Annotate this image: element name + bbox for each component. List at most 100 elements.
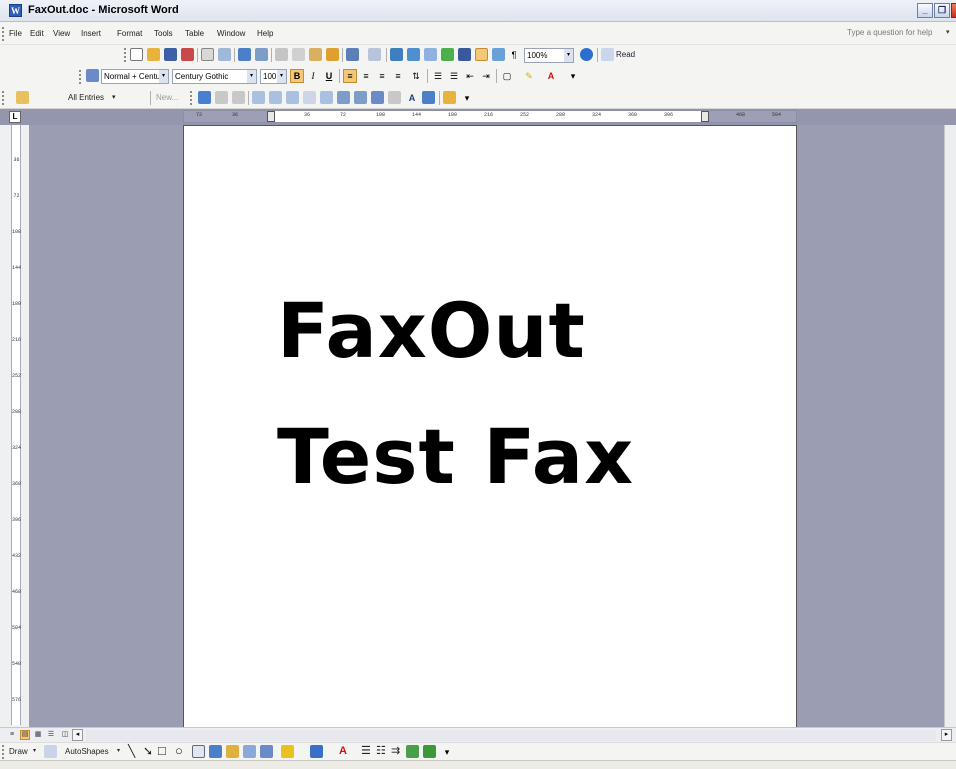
menu-view[interactable]: View bbox=[53, 29, 70, 38]
menu-window[interactable]: Window bbox=[217, 29, 245, 38]
insert-frame-icon[interactable] bbox=[286, 91, 299, 104]
text-direction-icon[interactable]: A bbox=[405, 91, 419, 105]
toolbar-grip[interactable] bbox=[2, 27, 5, 41]
toolbar-grip[interactable] bbox=[124, 48, 127, 62]
hyperlink-icon[interactable] bbox=[390, 48, 403, 61]
dash-style-icon[interactable]: ☷ bbox=[376, 744, 386, 757]
toolbar-grip[interactable] bbox=[79, 70, 82, 84]
toolbar-grip[interactable] bbox=[2, 91, 5, 105]
chevron-down-icon[interactable]: ▾ bbox=[247, 70, 256, 83]
chevron-down-icon[interactable]: ▾ bbox=[112, 93, 116, 101]
insert-field-icon[interactable] bbox=[388, 91, 401, 104]
font-combo[interactable]: Century Gothic ▾ bbox=[172, 69, 257, 84]
right-indent-marker[interactable] bbox=[701, 111, 709, 122]
horizontal-scroll-thumb[interactable] bbox=[86, 730, 936, 741]
line-spacing-icon[interactable]: ⇅ bbox=[409, 69, 423, 83]
clip-art-icon[interactable] bbox=[243, 745, 256, 758]
edit-text-icon[interactable] bbox=[198, 91, 211, 104]
new-entry-button[interactable]: New... bbox=[156, 93, 178, 102]
web-layout-view-icon[interactable]: ▦ bbox=[33, 730, 43, 740]
insert-column-icon[interactable] bbox=[371, 91, 384, 104]
align-center-icon[interactable]: ≡ bbox=[359, 69, 373, 83]
text-box-icon[interactable] bbox=[192, 745, 205, 758]
chevron-down-icon[interactable]: ▾ bbox=[277, 70, 286, 83]
reading-layout-view-icon[interactable]: ◫ bbox=[60, 730, 70, 740]
word-doc-icon[interactable]: W bbox=[9, 4, 22, 17]
justify-icon[interactable]: ≡ bbox=[391, 69, 405, 83]
chevron-down-icon[interactable]: ▾ bbox=[33, 747, 36, 754]
research-icon[interactable] bbox=[255, 48, 268, 61]
style-combo[interactable]: Normal + Centu ▾ bbox=[101, 69, 169, 84]
line-color-icon[interactable] bbox=[310, 745, 323, 758]
insert-table-icon[interactable] bbox=[424, 48, 437, 61]
outline-view-icon[interactable]: ☰ bbox=[46, 730, 56, 740]
menu-insert[interactable]: Insert bbox=[81, 29, 101, 38]
arrow-style-icon[interactable]: ⇉ bbox=[391, 744, 400, 757]
minimize-button[interactable]: _ bbox=[917, 3, 933, 18]
new-document-icon[interactable] bbox=[130, 48, 143, 61]
horizontal-ruler[interactable]: 72 36 36 72 108 144 180 216 252 288 324 … bbox=[183, 110, 797, 123]
align-left-icon[interactable]: ≡ bbox=[343, 69, 357, 83]
ask-question-box[interactable]: Type a question for help bbox=[847, 28, 932, 37]
font-color-icon[interactable]: A bbox=[544, 69, 558, 83]
menu-table[interactable]: Table bbox=[185, 29, 204, 38]
font-size-combo[interactable]: 100 ▾ bbox=[260, 69, 287, 84]
show-hide-icon[interactable]: ¶ bbox=[507, 48, 521, 62]
zoom-combo[interactable]: 100% ▾ bbox=[524, 48, 574, 63]
print-preview-icon[interactable] bbox=[218, 48, 231, 61]
drawing-icon[interactable] bbox=[475, 48, 488, 61]
menu-file[interactable]: File bbox=[9, 29, 22, 38]
close-button[interactable] bbox=[951, 3, 956, 18]
draw-table-icon[interactable] bbox=[269, 91, 282, 104]
ask-question-dropdown-icon[interactable]: ▾ bbox=[946, 28, 950, 36]
chevron-down-icon[interactable]: ▾ bbox=[117, 747, 120, 754]
line-icon[interactable]: ╲ bbox=[128, 744, 135, 758]
copy-icon[interactable] bbox=[292, 48, 305, 61]
toolbar-options-icon[interactable]: ▾ bbox=[440, 745, 454, 759]
all-entries-dropdown[interactable]: All Entries bbox=[68, 93, 104, 102]
oval-icon[interactable]: ○ bbox=[175, 743, 183, 758]
format-painter-icon[interactable] bbox=[326, 48, 339, 61]
normal-view-icon[interactable]: ≡ bbox=[7, 730, 17, 740]
scroll-left-icon[interactable]: ◂ bbox=[72, 729, 83, 741]
vertical-ruler[interactable]: 36 72 108 144 180 216 252 288 324 360 39… bbox=[11, 125, 21, 725]
restore-button[interactable]: ❐ bbox=[934, 3, 950, 18]
vertical-scrollbar[interactable] bbox=[944, 125, 956, 727]
read-icon[interactable] bbox=[601, 48, 614, 61]
protect-form-icon[interactable] bbox=[443, 91, 456, 104]
menu-help[interactable]: Help bbox=[257, 29, 273, 38]
permission-icon[interactable] bbox=[181, 48, 194, 61]
bullets-icon[interactable]: ☰ bbox=[447, 69, 461, 83]
dropdown-field-icon[interactable] bbox=[232, 91, 245, 104]
align-right-icon[interactable]: ≡ bbox=[375, 69, 389, 83]
menu-edit[interactable]: Edit bbox=[30, 29, 44, 38]
insert-hyperlink-icon[interactable] bbox=[354, 91, 367, 104]
chevron-down-icon[interactable]: ▾ bbox=[159, 70, 168, 83]
arrow-icon[interactable]: ➘ bbox=[143, 744, 153, 758]
document-line-2[interactable]: Test Fax bbox=[277, 412, 634, 501]
shadow-style-icon[interactable] bbox=[406, 745, 419, 758]
increase-indent-icon[interactable]: ⇥ bbox=[479, 69, 493, 83]
print-layout-view-icon[interactable]: ▤ bbox=[20, 730, 30, 740]
3d-style-icon[interactable] bbox=[423, 745, 436, 758]
document-map-icon[interactable] bbox=[492, 48, 505, 61]
form-field-options-icon[interactable] bbox=[252, 91, 265, 104]
scroll-right-icon[interactable]: ▸ bbox=[941, 729, 952, 741]
undo-icon[interactable] bbox=[346, 48, 359, 61]
line-style-icon[interactable]: ☰ bbox=[361, 744, 371, 757]
insert-picture-icon[interactable] bbox=[422, 91, 435, 104]
insert-table-icon-2[interactable] bbox=[337, 91, 350, 104]
reset-form-fields-icon[interactable] bbox=[320, 91, 333, 104]
menu-format[interactable]: Format bbox=[117, 29, 142, 38]
redo-icon[interactable] bbox=[368, 48, 381, 61]
styles-formatting-icon[interactable] bbox=[86, 69, 99, 82]
picture-icon[interactable] bbox=[260, 745, 273, 758]
toolbar-options-icon[interactable]: ▾ bbox=[566, 69, 580, 83]
rectangle-icon[interactable]: □ bbox=[158, 743, 166, 758]
italic-button[interactable]: I bbox=[306, 69, 320, 83]
insert-excel-icon[interactable] bbox=[441, 48, 454, 61]
document-line-1[interactable]: FaxOut bbox=[277, 286, 586, 375]
font-color-icon[interactable]: A bbox=[339, 745, 347, 757]
paste-icon[interactable] bbox=[309, 48, 322, 61]
columns-icon[interactable] bbox=[458, 48, 471, 61]
